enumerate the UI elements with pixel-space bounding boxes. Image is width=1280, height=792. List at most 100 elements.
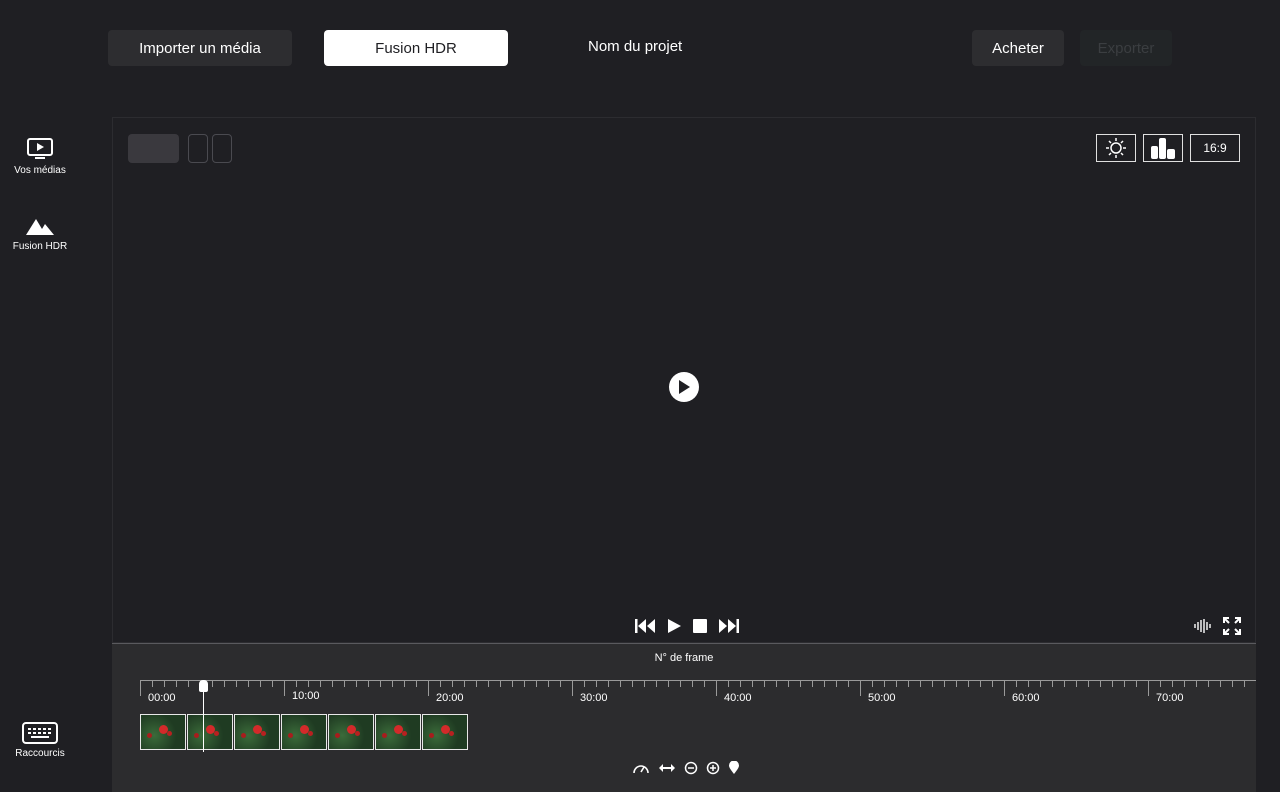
ruler-minor-tick [704,680,705,687]
ruler-minor-tick [896,680,897,687]
ruler-minor-tick [1052,680,1053,687]
ruler-time-label: 20:00 [436,692,464,704]
aspect-ratio-button[interactable]: 16:9 [1190,134,1240,162]
import-media-button[interactable]: Importer un média [108,30,292,66]
view-mode-single-toggle[interactable] [128,134,179,163]
flower-shape [394,725,403,734]
ruler-minor-tick [620,680,621,687]
ruler-minor-tick [632,680,633,687]
view-mode-split-left-toggle[interactable] [188,134,208,163]
transport-controls [634,618,740,634]
ruler-minor-tick [1112,680,1113,687]
clip-thumbnail[interactable] [234,714,280,750]
export-button: Exporter [1080,30,1172,66]
clip-strip [140,714,468,750]
sidebar-item-shortcuts[interactable]: Raccourcis [0,722,80,759]
sidebar-item-hdr[interactable]: Fusion HDR [0,215,80,252]
speed-icon[interactable] [632,761,650,775]
ruler-minor-tick [1016,680,1017,687]
ruler-minor-tick [1088,680,1089,687]
bud-shape [241,733,246,738]
ruler-minor-tick [740,680,741,687]
ruler-minor-tick [512,680,513,687]
ruler-minor-tick [236,680,237,687]
zoom-in-icon[interactable] [706,761,720,775]
histogram-icon [1151,138,1175,159]
ruler-minor-tick [1124,680,1125,687]
clip-thumbnail[interactable] [187,714,233,750]
zoom-out-icon[interactable] [684,761,698,775]
bud-shape [147,733,152,738]
ruler-time-label: 60:00 [1012,692,1040,704]
ruler-minor-tick [968,680,969,687]
ruler-minor-tick [1160,680,1161,687]
ruler-minor-tick [956,680,957,687]
project-name[interactable]: Nom du projet [588,38,682,55]
ruler-minor-tick [476,680,477,687]
playhead-handle[interactable] [199,680,208,692]
clip-thumbnail[interactable] [375,714,421,750]
monitor-play-icon [27,138,53,159]
play-icon [679,380,690,394]
ruler-minor-tick [212,680,213,687]
ruler-minor-tick [1136,680,1137,687]
play-icon[interactable] [666,618,682,634]
ruler-minor-tick [992,680,993,687]
sidebar-item-label: Raccourcis [15,748,65,759]
ruler-minor-tick [884,680,885,687]
ruler-minor-tick [224,680,225,687]
play-overlay-button[interactable] [669,372,699,402]
ruler-minor-tick [344,680,345,687]
view-mode-split-right-toggle[interactable] [212,134,232,163]
ruler-minor-tick [764,680,765,687]
clip-thumbnail[interactable] [328,714,374,750]
ruler-time-label: 50:00 [868,692,896,704]
ruler-minor-tick [188,680,189,687]
timeline-panel: N° de frame 00:00 10:00 20:00 30:00 40:00 50:… [112,643,1256,792]
sidebar-item-media[interactable]: Vos médias [0,137,80,176]
ruler-minor-tick [1220,680,1221,687]
flower-shape [159,725,168,734]
ruler-minor-tick [788,680,789,687]
brightness-button[interactable] [1096,134,1136,162]
brightness-icon [1106,138,1126,158]
fit-width-icon[interactable] [658,762,676,774]
histogram-button[interactable] [1143,134,1183,162]
clip-thumbnail[interactable] [422,714,468,750]
ruler-minor-tick [488,680,489,687]
ruler-minor-tick [1172,680,1173,687]
stop-icon[interactable] [692,618,708,634]
ruler-minor-tick [272,680,273,687]
ruler-minor-tick [800,680,801,687]
timeline-ruler[interactable]: 00:00 10:00 20:00 30:00 40:00 50:00 60:00 70:00 [140,680,1256,704]
bud-shape [382,733,387,738]
ruler-minor-tick [1076,680,1077,687]
clip-thumbnail[interactable] [140,714,186,750]
ruler-minor-tick [1184,680,1185,687]
audio-waveform-icon[interactable] [1193,618,1213,634]
ruler-minor-tick [536,680,537,687]
ruler-major-tick [572,680,573,696]
timeline-title: N° de frame [654,652,714,664]
bud-shape [335,733,340,738]
flower-shape [441,725,450,734]
ruler-minor-tick [548,680,549,687]
ruler-minor-tick [644,680,645,687]
sidebar-item-label: Vos médias [14,165,66,176]
buy-button[interactable]: Acheter [972,30,1064,66]
marker-icon[interactable] [728,761,740,775]
clip-thumbnail[interactable] [281,714,327,750]
ruler-time-label: 40:00 [724,692,752,704]
ruler-minor-tick [680,680,681,687]
flower-shape [253,725,262,734]
ruler-minor-tick [728,680,729,687]
ruler-minor-tick [836,680,837,687]
ruler-time-label: 10:00 [292,690,320,702]
hdr-fusion-button[interactable]: Fusion HDR [324,30,508,66]
skip-end-icon[interactable] [718,618,740,634]
fullscreen-icon[interactable] [1223,617,1241,635]
ruler-minor-tick [464,680,465,687]
ruler-major-tick [1004,680,1005,696]
skip-start-icon[interactable] [634,618,656,634]
ruler-minor-tick [1208,680,1209,687]
